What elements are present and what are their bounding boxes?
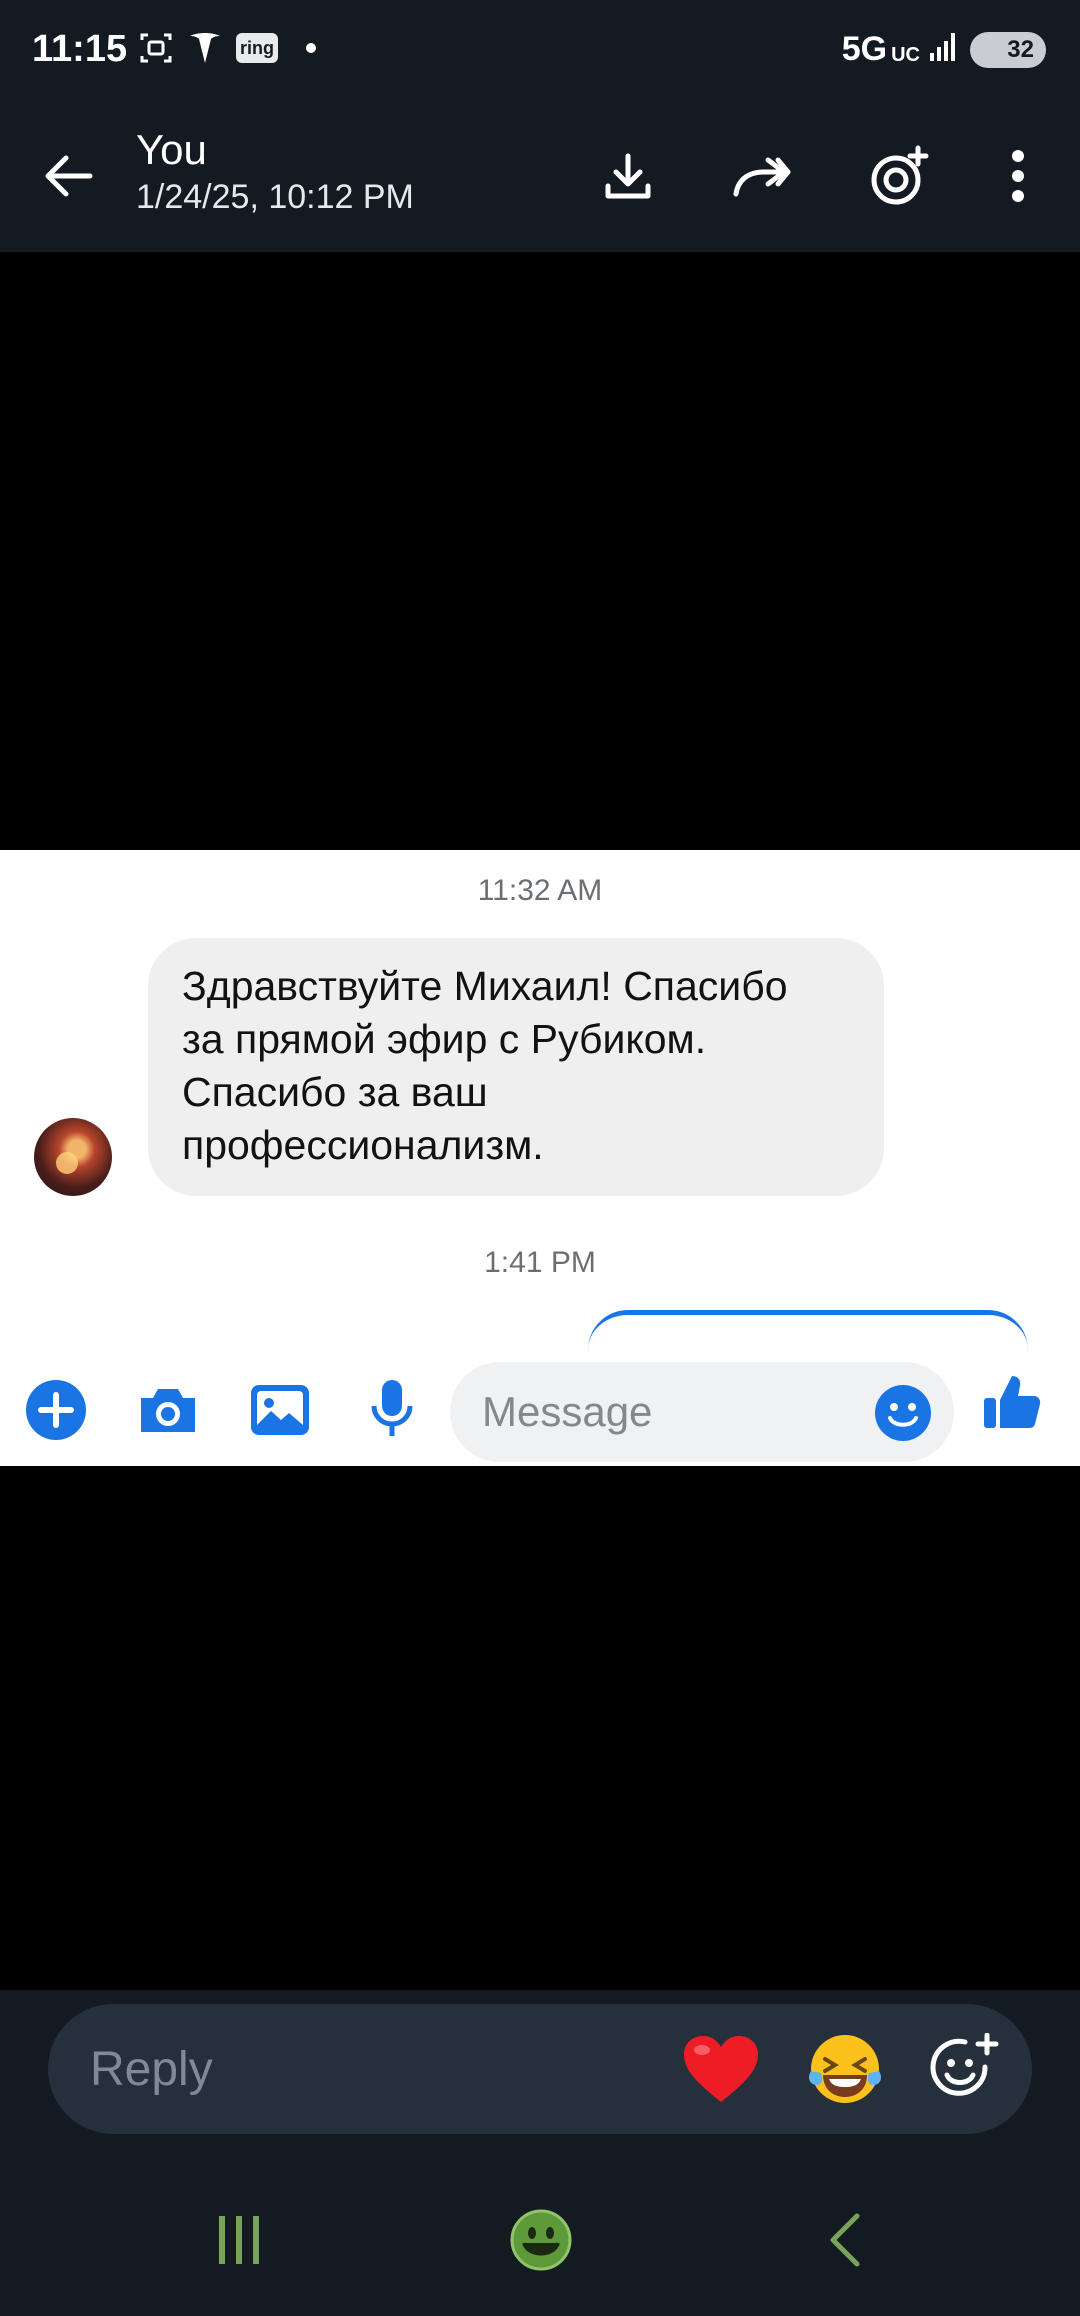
screenshot-icon (138, 30, 174, 66)
status-system-icons: 5G UC 32 (842, 30, 1046, 69)
camera-icon (141, 1389, 195, 1432)
network-type: 5G (841, 30, 888, 68)
add-button (24, 1378, 88, 1442)
back-button[interactable] (36, 144, 100, 208)
message-composer (0, 1350, 1080, 1466)
camera-add-icon (871, 145, 929, 205)
like-button (980, 1370, 1044, 1434)
message-line-4: профессионализм. (182, 1122, 544, 1168)
outgoing-bubble-edge (588, 1310, 1028, 1350)
message-line-3: Спасибо за ваш (182, 1069, 488, 1115)
smiley-icon (875, 1385, 931, 1441)
status-bar: 11:15 ring 5G UC 32 (0, 0, 1080, 104)
signal-icon (930, 31, 960, 68)
download-icon (605, 153, 651, 199)
tesla-icon (188, 30, 222, 66)
status-notification-icons: ring (138, 30, 316, 66)
arrow-left-icon (45, 155, 93, 197)
top-app-bar: You 1/24/25, 10:12 PM (0, 104, 1080, 252)
forward-icon (733, 157, 791, 197)
timestamp-1: 11:32 AM (477, 874, 603, 907)
laughing-tears-icon (809, 2035, 881, 2103)
reply-field[interactable] (48, 2004, 1032, 2134)
chevron-left-icon (830, 2213, 860, 2267)
ring-app-icon: ring (236, 33, 278, 63)
recent-apps-button[interactable] (194, 2202, 284, 2278)
timestamp-2: 1:41 PM (484, 1246, 596, 1279)
reply-input[interactable] (90, 2036, 650, 2102)
sender-name: You (136, 126, 207, 173)
voice-button (360, 1378, 424, 1442)
heart-icon (684, 2036, 758, 2102)
add-emoji-icon (930, 2033, 999, 2096)
plus-circle-icon (26, 1380, 86, 1440)
message-field (450, 1362, 954, 1462)
add-reaction-button[interactable] (922, 2026, 1008, 2112)
recent-apps-icon (219, 2216, 259, 2264)
message-bubble: Здравствуйте Михаил! Спасибо за прямой э… (148, 938, 884, 1196)
laugh-reaction-button[interactable] (802, 2026, 888, 2112)
message-input (482, 1382, 842, 1442)
gallery-button (248, 1378, 312, 1442)
more-vertical-icon (1012, 150, 1024, 202)
title-block: You 1/24/25, 10:12 PM (136, 126, 414, 217)
heart-reaction-button[interactable] (678, 2026, 764, 2112)
network-subtype: UC (891, 44, 920, 66)
reply-area (0, 1990, 1080, 2316)
forward-button[interactable] (726, 140, 798, 212)
download-button[interactable] (592, 140, 664, 212)
contact-avatar (34, 1118, 112, 1196)
screenshot-preview: 11:32 AM Здравствуйте Михаил! Спасибо за… (0, 850, 1080, 1466)
camera-button (136, 1378, 200, 1442)
image-icon (251, 1385, 309, 1435)
microphone-icon (371, 1380, 413, 1436)
more-notifications-dot (306, 43, 316, 53)
thumbs-up-icon (984, 1376, 1041, 1428)
sent-date: 1/24/25, 10:12 PM (136, 178, 414, 216)
message-line-2: за прямой эфир с Рубиком. (182, 1016, 707, 1062)
smiley-home-icon (510, 2209, 572, 2271)
status-time: 11:15 (32, 28, 128, 70)
battery-indicator: 32 (970, 31, 1046, 68)
add-to-story-button[interactable] (864, 140, 936, 212)
nav-back-button[interactable] (800, 2202, 890, 2278)
message-line-1: Здравствуйте Михаил! Спасибо (182, 963, 788, 1009)
more-options-button[interactable] (982, 140, 1054, 212)
home-button[interactable] (496, 2202, 586, 2278)
